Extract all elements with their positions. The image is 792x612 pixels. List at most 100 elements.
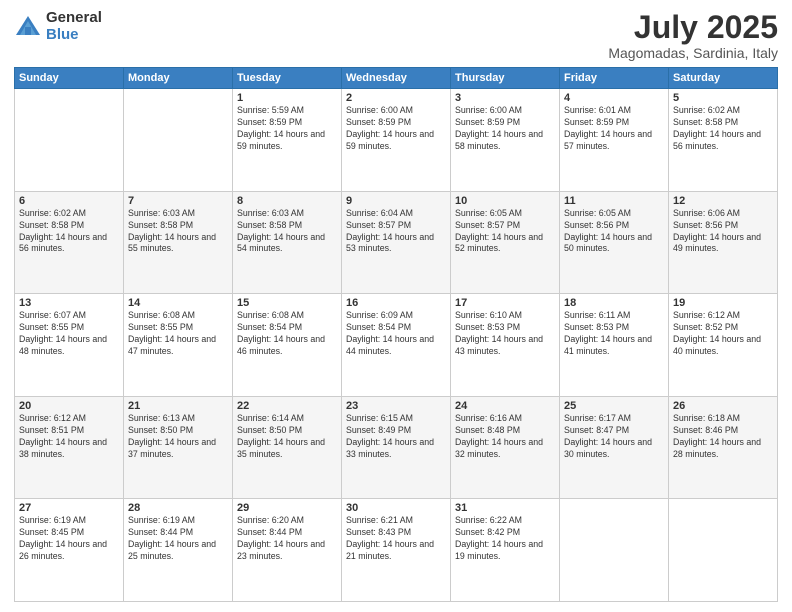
cell-sun-info: Sunrise: 6:12 AM Sunset: 8:52 PM Dayligh…	[673, 310, 773, 358]
table-row: 19Sunrise: 6:12 AM Sunset: 8:52 PM Dayli…	[669, 294, 778, 397]
cell-sun-info: Sunrise: 6:06 AM Sunset: 8:56 PM Dayligh…	[673, 208, 773, 256]
cell-sun-info: Sunrise: 6:12 AM Sunset: 8:51 PM Dayligh…	[19, 413, 119, 461]
cell-sun-info: Sunrise: 6:22 AM Sunset: 8:42 PM Dayligh…	[455, 515, 555, 563]
table-row: 4Sunrise: 6:01 AM Sunset: 8:59 PM Daylig…	[560, 89, 669, 192]
cell-sun-info: Sunrise: 6:08 AM Sunset: 8:54 PM Dayligh…	[237, 310, 337, 358]
table-row: 31Sunrise: 6:22 AM Sunset: 8:42 PM Dayli…	[451, 499, 560, 602]
table-row: 14Sunrise: 6:08 AM Sunset: 8:55 PM Dayli…	[124, 294, 233, 397]
cell-sun-info: Sunrise: 6:16 AM Sunset: 8:48 PM Dayligh…	[455, 413, 555, 461]
header: General Blue July 2025 Magomadas, Sardin…	[14, 10, 778, 61]
table-row: 5Sunrise: 6:02 AM Sunset: 8:58 PM Daylig…	[669, 89, 778, 192]
table-row	[669, 499, 778, 602]
cell-day-number: 16	[346, 297, 446, 309]
table-row: 25Sunrise: 6:17 AM Sunset: 8:47 PM Dayli…	[560, 396, 669, 499]
cell-day-number: 25	[564, 400, 664, 412]
page: General Blue July 2025 Magomadas, Sardin…	[0, 0, 792, 612]
table-row: 10Sunrise: 6:05 AM Sunset: 8:57 PM Dayli…	[451, 191, 560, 294]
cell-sun-info: Sunrise: 6:00 AM Sunset: 8:59 PM Dayligh…	[455, 105, 555, 153]
logo-blue-text: Blue	[46, 27, 102, 44]
col-sunday: Sunday	[15, 68, 124, 89]
cell-day-number: 30	[346, 502, 446, 514]
cell-day-number: 27	[19, 502, 119, 514]
calendar-week-row: 20Sunrise: 6:12 AM Sunset: 8:51 PM Dayli…	[15, 396, 778, 499]
cell-sun-info: Sunrise: 6:11 AM Sunset: 8:53 PM Dayligh…	[564, 310, 664, 358]
cell-day-number: 19	[673, 297, 773, 309]
cell-day-number: 24	[455, 400, 555, 412]
cell-sun-info: Sunrise: 6:20 AM Sunset: 8:44 PM Dayligh…	[237, 515, 337, 563]
cell-day-number: 10	[455, 195, 555, 207]
table-row: 23Sunrise: 6:15 AM Sunset: 8:49 PM Dayli…	[342, 396, 451, 499]
table-row: 8Sunrise: 6:03 AM Sunset: 8:58 PM Daylig…	[233, 191, 342, 294]
cell-sun-info: Sunrise: 6:03 AM Sunset: 8:58 PM Dayligh…	[237, 208, 337, 256]
cell-day-number: 4	[564, 92, 664, 104]
table-row: 29Sunrise: 6:20 AM Sunset: 8:44 PM Dayli…	[233, 499, 342, 602]
cell-day-number: 18	[564, 297, 664, 309]
table-row: 12Sunrise: 6:06 AM Sunset: 8:56 PM Dayli…	[669, 191, 778, 294]
cell-sun-info: Sunrise: 6:15 AM Sunset: 8:49 PM Dayligh…	[346, 413, 446, 461]
cell-sun-info: Sunrise: 6:19 AM Sunset: 8:45 PM Dayligh…	[19, 515, 119, 563]
cell-sun-info: Sunrise: 6:05 AM Sunset: 8:56 PM Dayligh…	[564, 208, 664, 256]
cell-day-number: 14	[128, 297, 228, 309]
table-row: 7Sunrise: 6:03 AM Sunset: 8:58 PM Daylig…	[124, 191, 233, 294]
table-row: 24Sunrise: 6:16 AM Sunset: 8:48 PM Dayli…	[451, 396, 560, 499]
logo: General Blue	[14, 10, 102, 43]
col-saturday: Saturday	[669, 68, 778, 89]
cell-day-number: 5	[673, 92, 773, 104]
cell-day-number: 6	[19, 195, 119, 207]
table-row: 1Sunrise: 5:59 AM Sunset: 8:59 PM Daylig…	[233, 89, 342, 192]
cell-sun-info: Sunrise: 6:10 AM Sunset: 8:53 PM Dayligh…	[455, 310, 555, 358]
cell-sun-info: Sunrise: 5:59 AM Sunset: 8:59 PM Dayligh…	[237, 105, 337, 153]
table-row: 21Sunrise: 6:13 AM Sunset: 8:50 PM Dayli…	[124, 396, 233, 499]
cell-sun-info: Sunrise: 6:05 AM Sunset: 8:57 PM Dayligh…	[455, 208, 555, 256]
table-row: 16Sunrise: 6:09 AM Sunset: 8:54 PM Dayli…	[342, 294, 451, 397]
col-wednesday: Wednesday	[342, 68, 451, 89]
col-friday: Friday	[560, 68, 669, 89]
cell-day-number: 13	[19, 297, 119, 309]
cell-sun-info: Sunrise: 6:02 AM Sunset: 8:58 PM Dayligh…	[673, 105, 773, 153]
table-row: 20Sunrise: 6:12 AM Sunset: 8:51 PM Dayli…	[15, 396, 124, 499]
table-row: 11Sunrise: 6:05 AM Sunset: 8:56 PM Dayli…	[560, 191, 669, 294]
cell-sun-info: Sunrise: 6:08 AM Sunset: 8:55 PM Dayligh…	[128, 310, 228, 358]
col-tuesday: Tuesday	[233, 68, 342, 89]
cell-sun-info: Sunrise: 6:02 AM Sunset: 8:58 PM Dayligh…	[19, 208, 119, 256]
table-row: 13Sunrise: 6:07 AM Sunset: 8:55 PM Dayli…	[15, 294, 124, 397]
month-title: July 2025	[608, 10, 778, 45]
table-row: 2Sunrise: 6:00 AM Sunset: 8:59 PM Daylig…	[342, 89, 451, 192]
cell-sun-info: Sunrise: 6:17 AM Sunset: 8:47 PM Dayligh…	[564, 413, 664, 461]
cell-day-number: 29	[237, 502, 337, 514]
table-row	[15, 89, 124, 192]
cell-day-number: 17	[455, 297, 555, 309]
cell-day-number: 1	[237, 92, 337, 104]
cell-day-number: 9	[346, 195, 446, 207]
cell-day-number: 7	[128, 195, 228, 207]
logo-text: General Blue	[46, 10, 102, 43]
table-row: 26Sunrise: 6:18 AM Sunset: 8:46 PM Dayli…	[669, 396, 778, 499]
cell-day-number: 3	[455, 92, 555, 104]
logo-icon	[14, 13, 42, 41]
cell-sun-info: Sunrise: 6:14 AM Sunset: 8:50 PM Dayligh…	[237, 413, 337, 461]
title-section: July 2025 Magomadas, Sardinia, Italy	[608, 10, 778, 61]
col-thursday: Thursday	[451, 68, 560, 89]
table-row: 18Sunrise: 6:11 AM Sunset: 8:53 PM Dayli…	[560, 294, 669, 397]
cell-day-number: 23	[346, 400, 446, 412]
cell-day-number: 11	[564, 195, 664, 207]
cell-day-number: 12	[673, 195, 773, 207]
cell-day-number: 21	[128, 400, 228, 412]
calendar-week-row: 6Sunrise: 6:02 AM Sunset: 8:58 PM Daylig…	[15, 191, 778, 294]
table-row: 27Sunrise: 6:19 AM Sunset: 8:45 PM Dayli…	[15, 499, 124, 602]
logo-general-text: General	[46, 10, 102, 27]
cell-day-number: 8	[237, 195, 337, 207]
cell-day-number: 31	[455, 502, 555, 514]
calendar-week-row: 13Sunrise: 6:07 AM Sunset: 8:55 PM Dayli…	[15, 294, 778, 397]
cell-day-number: 20	[19, 400, 119, 412]
cell-day-number: 15	[237, 297, 337, 309]
cell-sun-info: Sunrise: 6:13 AM Sunset: 8:50 PM Dayligh…	[128, 413, 228, 461]
table-row: 22Sunrise: 6:14 AM Sunset: 8:50 PM Dayli…	[233, 396, 342, 499]
cell-sun-info: Sunrise: 6:03 AM Sunset: 8:58 PM Dayligh…	[128, 208, 228, 256]
cell-sun-info: Sunrise: 6:01 AM Sunset: 8:59 PM Dayligh…	[564, 105, 664, 153]
table-row: 30Sunrise: 6:21 AM Sunset: 8:43 PM Dayli…	[342, 499, 451, 602]
table-row	[560, 499, 669, 602]
table-row: 6Sunrise: 6:02 AM Sunset: 8:58 PM Daylig…	[15, 191, 124, 294]
cell-day-number: 26	[673, 400, 773, 412]
cell-day-number: 22	[237, 400, 337, 412]
